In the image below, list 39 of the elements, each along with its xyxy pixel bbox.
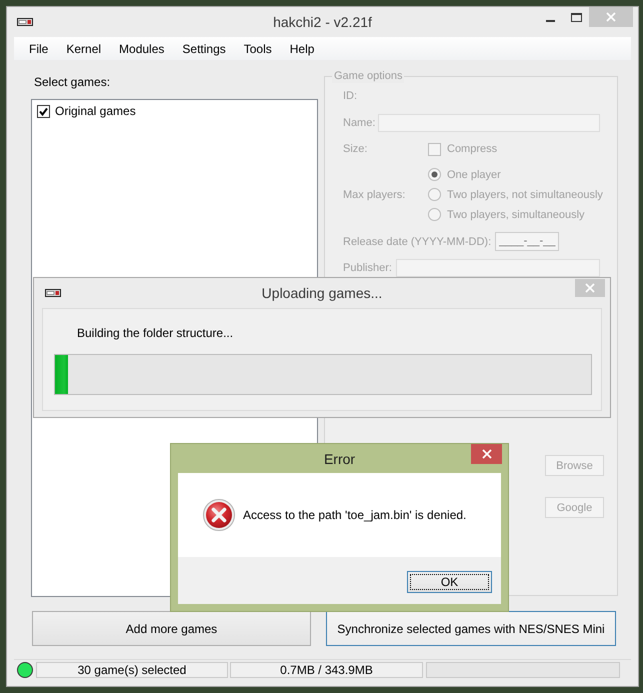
maximize-icon xyxy=(570,12,582,22)
list-label: Select games: xyxy=(34,75,110,89)
add-games-button[interactable]: Add more games xyxy=(32,611,311,646)
menu-item[interactable]: Modules xyxy=(110,40,174,58)
close-button[interactable] xyxy=(471,444,502,464)
status-panel: 30 game(s) selected xyxy=(36,662,228,678)
menu-item[interactable]: File xyxy=(20,40,58,58)
field-label: Release date (YYYY-MM-DD): xyxy=(343,234,492,248)
window-title: Uploading games... xyxy=(262,284,382,302)
ok-button[interactable]: OK xyxy=(407,571,492,593)
field-label: Max players: xyxy=(343,188,406,202)
status-panel: 0.7MB / 343.9MB xyxy=(230,662,423,678)
field-label: ID: xyxy=(343,89,358,103)
checkbox-label: Compress xyxy=(447,142,498,156)
checkbox[interactable] xyxy=(37,104,50,118)
console-icon xyxy=(17,18,33,26)
progress-status-text: Building the folder structure... xyxy=(77,326,234,340)
field-label: Publisher: xyxy=(343,261,393,275)
error-icon xyxy=(203,499,235,531)
menu-item[interactable]: Tools xyxy=(234,40,281,58)
game-list-item[interactable]: Original games xyxy=(55,104,136,118)
radio-label: Two players, simultaneously xyxy=(447,208,585,222)
field-label: Size: xyxy=(343,142,368,156)
field-label: Name: xyxy=(343,116,376,130)
window-title: Error xyxy=(324,450,356,468)
radio-label: Two players, not simultaneously xyxy=(447,188,603,202)
console-icon xyxy=(45,289,61,297)
radio-label: One player xyxy=(447,168,501,182)
close-icon xyxy=(482,449,492,459)
menu-item[interactable]: Help xyxy=(280,40,324,58)
close-icon xyxy=(606,12,616,22)
menu-item[interactable]: Settings xyxy=(173,40,235,58)
window-title: hakchi2 - v2.21f xyxy=(273,13,372,31)
menu-item[interactable]: Kernel xyxy=(57,40,110,58)
group-title: Game options xyxy=(332,69,404,83)
error-message: Access to the path 'toe_jam.bin' is denied. xyxy=(243,508,466,522)
minimize-icon xyxy=(546,20,554,22)
sync-button[interactable]: Synchronize selected games with NES/SNES Mini xyxy=(326,611,616,646)
close-icon xyxy=(585,283,595,293)
